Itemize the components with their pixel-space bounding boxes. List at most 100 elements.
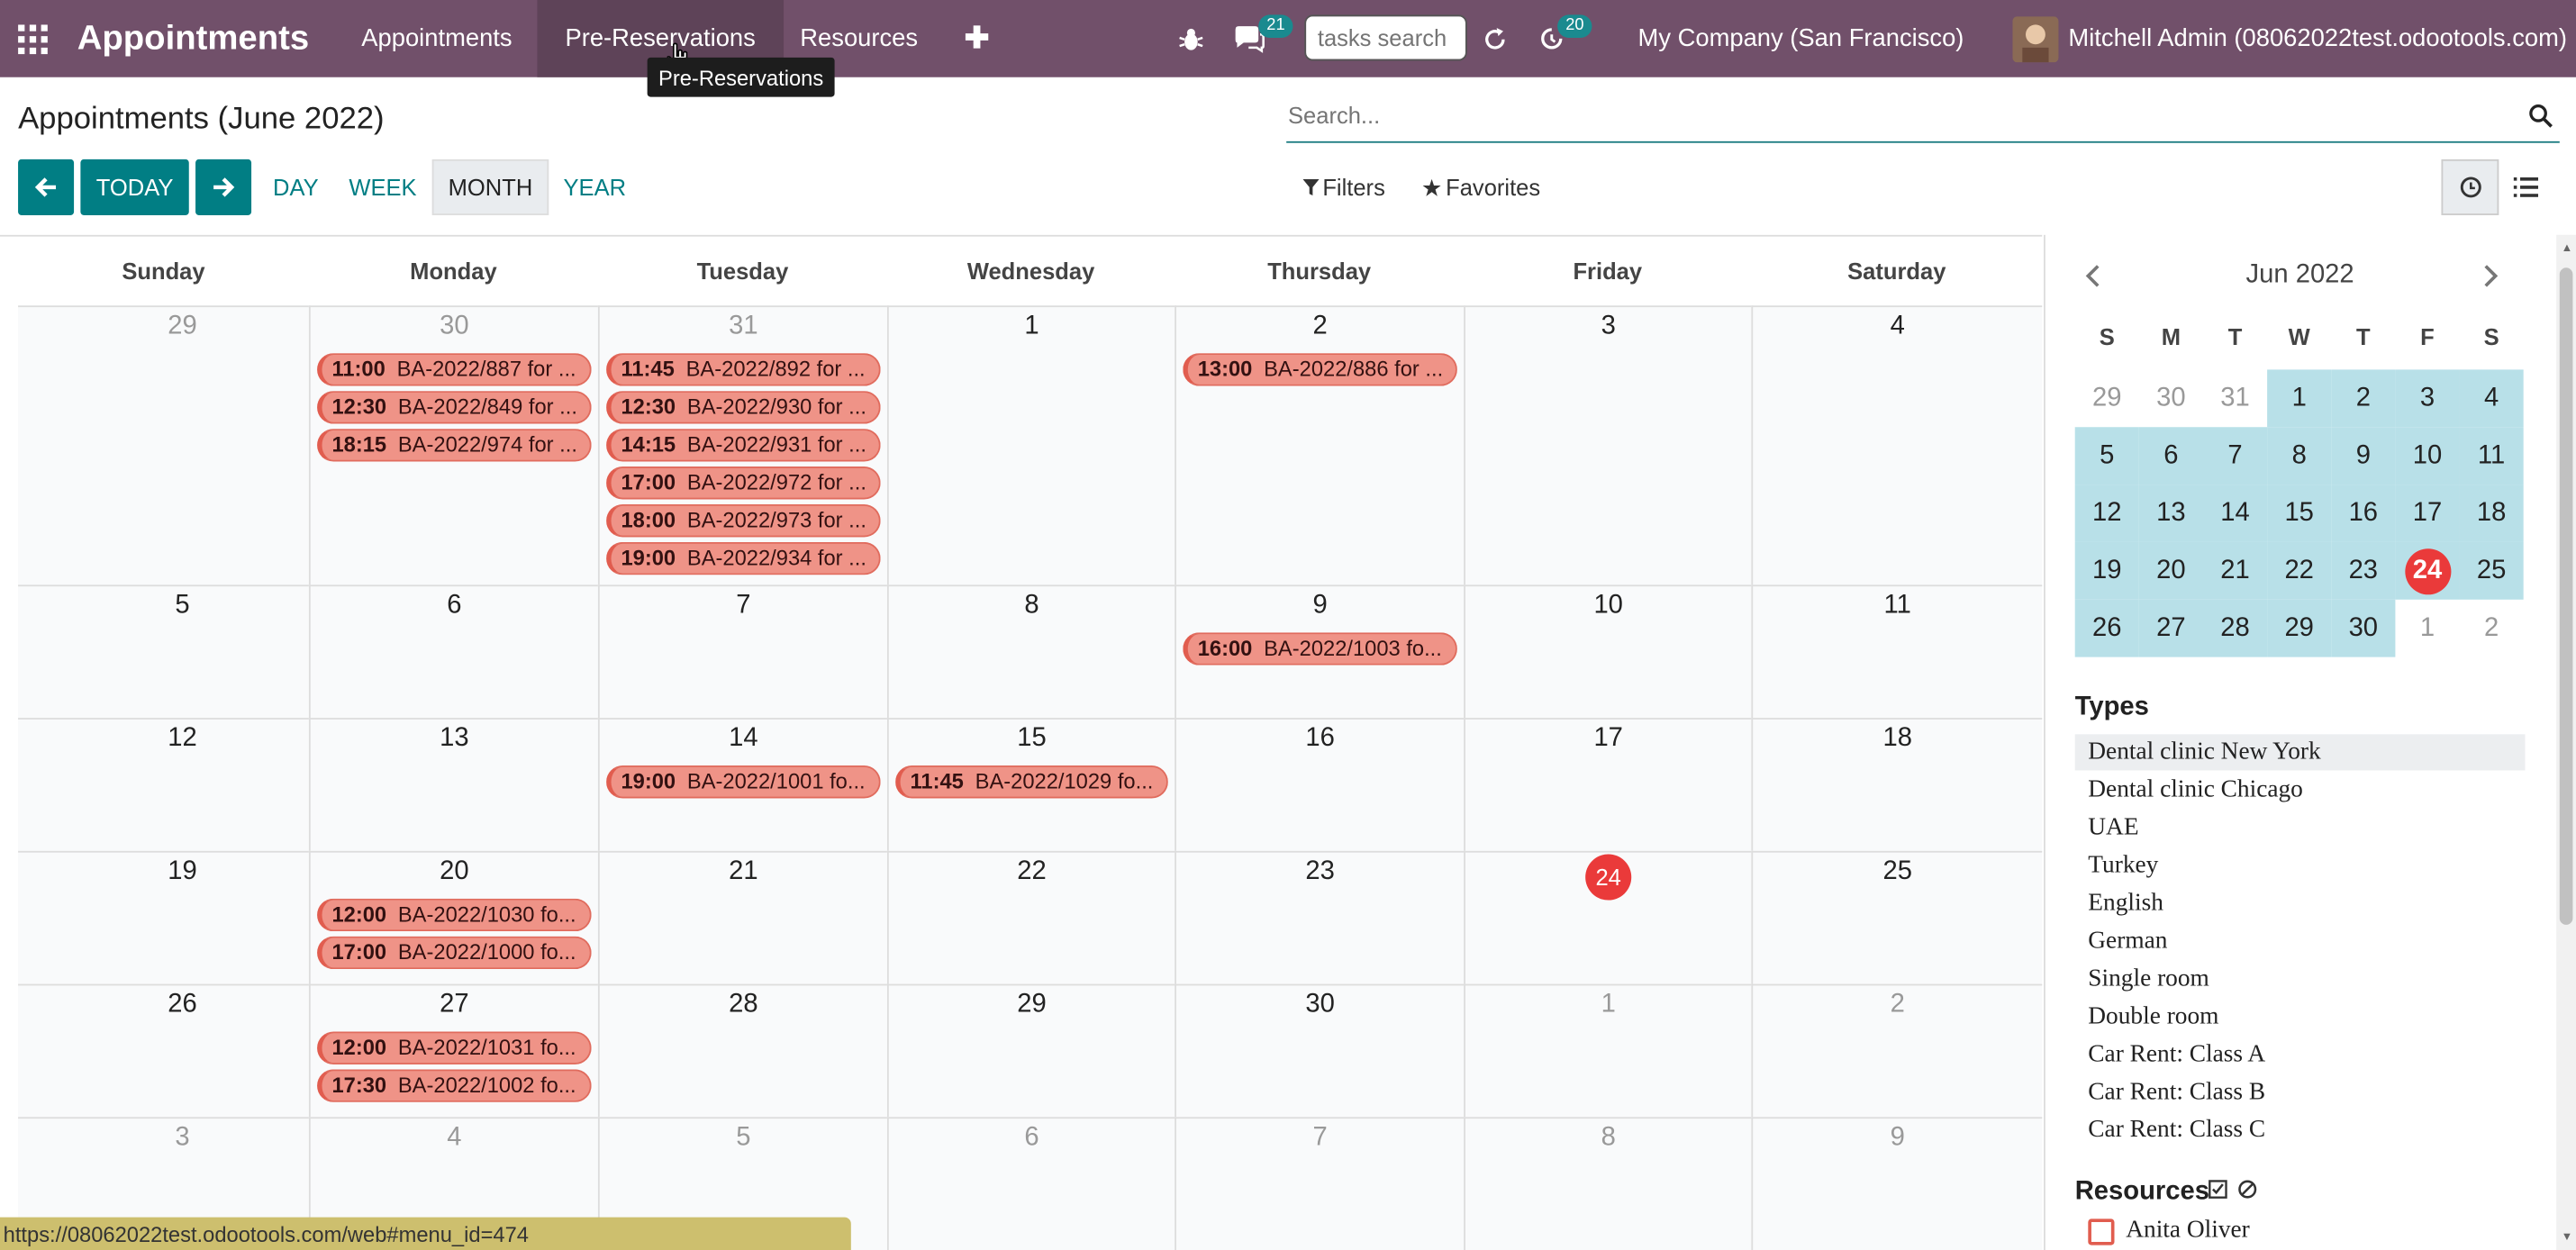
mini-day-cell[interactable]: 5 <box>2074 427 2139 485</box>
day-cell[interactable]: 26 <box>18 983 309 1118</box>
day-cell[interactable]: 3 <box>1464 305 1752 585</box>
mini-day-cell[interactable]: 2 <box>2460 600 2524 657</box>
calendar-event[interactable]: 13:00 BA-2022/886 for ... <box>1183 353 1457 386</box>
day-cell[interactable]: 29 <box>886 983 1175 1118</box>
mini-day-cell[interactable]: 14 <box>2202 485 2268 542</box>
app-title[interactable]: Appointments <box>77 0 309 77</box>
mini-day-cell[interactable]: 31 <box>2203 369 2267 427</box>
calendar-event[interactable]: 17:00 BA-2022/972 for ... <box>606 466 881 500</box>
resource-label[interactable]: Anita Oliver <box>2126 1218 2250 1245</box>
day-cell[interactable]: 30 11:00 BA-2022/887 for ... 12:30 BA-2022/8… <box>308 305 598 585</box>
type-filter-item[interactable]: Car Rent: Class C <box>2075 1112 2526 1148</box>
mini-day-cell[interactable]: 17 <box>2395 485 2460 542</box>
day-cell[interactable]: 18 <box>1751 718 2043 851</box>
day-cell[interactable]: 9 16:00 BA-2022/1003 fo... <box>1175 584 1465 719</box>
calendar-event[interactable]: 17:30 BA-2022/1002 fo... <box>317 1069 592 1102</box>
clear-ban-icon[interactable] <box>2237 1178 2257 1208</box>
day-cell[interactable]: 6 <box>308 584 598 719</box>
mini-day-cell[interactable]: 12 <box>2074 485 2139 542</box>
calendar-event[interactable]: 11:45 BA-2022/1029 fo... <box>895 765 1168 799</box>
mini-day-cell[interactable]: 2 <box>2331 369 2396 428</box>
type-filter-item[interactable]: Double room <box>2075 999 2526 1035</box>
mini-day-cell[interactable]: 30 <box>2331 599 2396 657</box>
mini-day-cell[interactable]: 27 <box>2138 599 2203 657</box>
day-cell[interactable]: 2 13:00 BA-2022/886 for ... <box>1175 305 1465 585</box>
user-menu[interactable]: Mitchell Admin (08062022test.odootools.c… <box>2068 0 2567 77</box>
type-filter-item[interactable]: Single room <box>2075 961 2526 997</box>
calendar-event[interactable]: 14:15 BA-2022/931 for ... <box>606 429 881 462</box>
messages-icon[interactable] <box>1232 0 1265 77</box>
mini-day-cell[interactable]: 20 <box>2138 541 2203 600</box>
menu-appointments[interactable]: Appointments <box>333 0 540 77</box>
mini-day-cell[interactable]: 25 <box>2459 541 2524 600</box>
scale-month-button[interactable]: MONTH <box>431 159 549 215</box>
day-cell[interactable]: 22 <box>886 850 1175 984</box>
mini-day-cell[interactable]: 7 <box>2202 427 2268 485</box>
day-cell[interactable]: 14 19:00 BA-2022/1001 fo... <box>597 718 887 851</box>
day-cell[interactable]: 2 <box>1751 983 2043 1118</box>
select-all-check-icon[interactable] <box>2208 1178 2227 1208</box>
calendar-event[interactable]: 18:15 BA-2022/974 for ... <box>317 429 592 462</box>
type-filter-item[interactable]: English <box>2075 885 2526 921</box>
calendar-view-button[interactable] <box>2441 159 2499 215</box>
calendar-event[interactable]: 18:00 BA-2022/973 for ... <box>606 503 881 538</box>
type-filter-item[interactable]: German <box>2075 923 2526 959</box>
mini-day-cell[interactable]: 19 <box>2074 541 2139 600</box>
resource-checkbox[interactable] <box>2088 1218 2115 1245</box>
tasks-search-input[interactable] <box>1304 14 1467 61</box>
calendar-event[interactable]: 19:00 BA-2022/1001 fo... <box>606 765 881 799</box>
mini-day-cell[interactable]: 23 <box>2331 541 2396 600</box>
scroll-down-icon[interactable]: ▼ <box>2562 1232 2573 1244</box>
calendar-event[interactable]: 11:45 BA-2022/892 for ... <box>606 353 881 386</box>
calendar-event[interactable]: 19:00 BA-2022/934 for ... <box>606 541 881 575</box>
mini-day-cell[interactable]: 9 <box>2331 427 2396 485</box>
day-cell[interactable]: 7 <box>597 584 887 719</box>
day-cell[interactable]: 12 <box>18 718 309 851</box>
scale-week-button[interactable]: WEEK <box>340 159 426 215</box>
company-switcher[interactable]: My Company (San Francisco) <box>1638 0 1964 77</box>
type-filter-item[interactable]: Turkey <box>2075 847 2526 883</box>
day-cell[interactable]: 30 <box>1175 983 1465 1118</box>
mini-day-cell[interactable]: 29 <box>2267 599 2332 657</box>
debug-bug-icon[interactable] <box>1178 0 1204 77</box>
day-cell[interactable]: 29 <box>18 305 309 585</box>
mini-day-cell[interactable]: 3 <box>2395 369 2460 428</box>
calendar-event[interactable]: 12:00 BA-2022/1031 fo... <box>317 1031 592 1064</box>
activities-clock-icon[interactable] <box>1537 0 1565 77</box>
apps-menu-icon[interactable] <box>18 0 50 77</box>
day-cell[interactable]: 28 <box>597 983 887 1118</box>
day-cell[interactable]: 8 <box>886 584 1175 719</box>
mini-day-cell[interactable]: 6 <box>2138 427 2203 485</box>
next-button[interactable] <box>195 159 252 215</box>
filters-dropdown[interactable]: Filters <box>1302 159 1385 215</box>
day-cell[interactable]: 7 <box>1175 1117 1465 1250</box>
day-cell[interactable]: 11 <box>1751 584 2043 719</box>
calendar-event[interactable]: 17:00 BA-2022/1000 fo... <box>317 936 592 970</box>
day-cell[interactable]: 17 <box>1464 718 1752 851</box>
type-filter-item[interactable]: Dental clinic New York <box>2074 734 2526 771</box>
day-cell[interactable]: 25 <box>1751 850 2043 984</box>
search-input[interactable] <box>1286 90 2502 140</box>
day-cell[interactable]: 4 <box>1751 305 2043 585</box>
day-cell[interactable]: 9 <box>1751 1117 2043 1250</box>
mini-day-cell[interactable]: 1 <box>2267 369 2332 428</box>
mini-day-cell[interactable]: 11 <box>2459 427 2524 485</box>
mini-day-cell[interactable]: 13 <box>2138 485 2203 542</box>
mini-day-cell[interactable]: 1 <box>2395 600 2459 657</box>
search-icon[interactable] <box>2528 104 2553 136</box>
day-cell[interactable]: 6 <box>886 1117 1175 1250</box>
type-filter-item[interactable]: Car Rent: Class A <box>2075 1037 2526 1073</box>
day-cell[interactable]: 16 <box>1175 718 1465 851</box>
add-menu-icon[interactable]: ✚ <box>965 0 990 77</box>
mini-next-month-button[interactable] <box>2482 265 2499 296</box>
mini-day-cell[interactable]: 4 <box>2459 369 2524 428</box>
mini-day-cell[interactable]: 16 <box>2331 485 2396 542</box>
calendar-event[interactable]: 12:30 BA-2022/849 for ... <box>317 391 592 424</box>
mini-day-cell[interactable]: 21 <box>2202 541 2268 600</box>
mini-day-cell[interactable]: 15 <box>2267 485 2332 542</box>
mini-day-cell[interactable]: 10 <box>2395 427 2460 485</box>
scrollbar[interactable]: ▲ ▼ <box>2556 234 2576 1250</box>
scroll-thumb[interactable] <box>2559 267 2573 925</box>
type-filter-item[interactable]: Car Rent: Class B <box>2075 1074 2526 1110</box>
calendar-event[interactable]: 12:30 BA-2022/930 for ... <box>606 391 881 424</box>
